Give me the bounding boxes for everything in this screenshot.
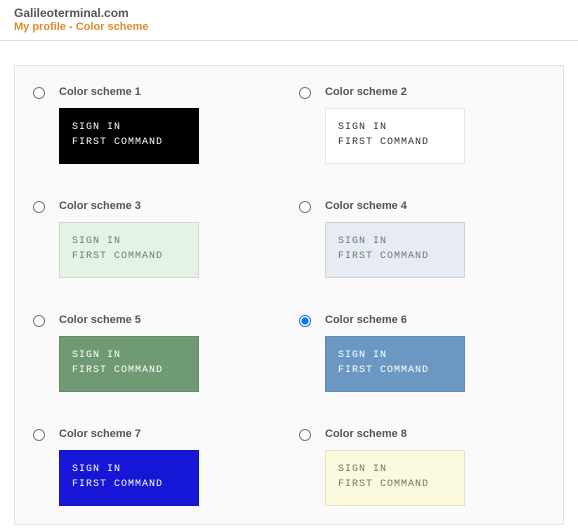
scheme-swatch-3: SIGN IN FIRST COMMAND bbox=[59, 222, 199, 278]
scheme-option-7: Color scheme 7 SIGN IN FIRST COMMAND bbox=[23, 428, 289, 506]
sample-line-1: SIGN IN bbox=[338, 234, 452, 249]
scheme-option-4: Color scheme 4 SIGN IN FIRST COMMAND bbox=[289, 200, 555, 278]
scheme-label: Color scheme 4 bbox=[325, 200, 555, 212]
scheme-swatch-7: SIGN IN FIRST COMMAND bbox=[59, 450, 199, 506]
scheme-label: Color scheme 7 bbox=[59, 428, 289, 440]
scheme-label: Color scheme 2 bbox=[325, 86, 555, 98]
sample-line-1: SIGN IN bbox=[72, 462, 186, 477]
sample-line-1: SIGN IN bbox=[72, 120, 186, 135]
color-scheme-panel: Color scheme 1 SIGN IN FIRST COMMAND Col… bbox=[14, 65, 564, 525]
scheme-option-8: Color scheme 8 SIGN IN FIRST COMMAND bbox=[289, 428, 555, 506]
scheme-radio-1[interactable] bbox=[33, 87, 45, 99]
scheme-radio-6[interactable] bbox=[299, 315, 311, 327]
sample-line-2: FIRST COMMAND bbox=[338, 135, 452, 150]
scheme-swatch-2: SIGN IN FIRST COMMAND bbox=[325, 108, 465, 164]
site-title: Galileoterminal.com bbox=[14, 6, 564, 20]
scheme-swatch-4: SIGN IN FIRST COMMAND bbox=[325, 222, 465, 278]
scheme-swatch-8: SIGN IN FIRST COMMAND bbox=[325, 450, 465, 506]
scheme-radio-5[interactable] bbox=[33, 315, 45, 327]
sample-line-1: SIGN IN bbox=[338, 348, 452, 363]
scheme-radio-2[interactable] bbox=[299, 87, 311, 99]
scheme-label: Color scheme 1 bbox=[59, 86, 289, 98]
scheme-radio-3[interactable] bbox=[33, 201, 45, 213]
sample-line-1: SIGN IN bbox=[72, 348, 186, 363]
header-divider bbox=[0, 40, 578, 41]
scheme-radio-8[interactable] bbox=[299, 429, 311, 441]
sample-line-2: FIRST COMMAND bbox=[72, 363, 186, 378]
scheme-option-1: Color scheme 1 SIGN IN FIRST COMMAND bbox=[23, 86, 289, 164]
sample-line-2: FIRST COMMAND bbox=[338, 249, 452, 264]
sample-line-2: FIRST COMMAND bbox=[338, 363, 452, 378]
sample-line-2: FIRST COMMAND bbox=[72, 135, 186, 150]
scheme-radio-7[interactable] bbox=[33, 429, 45, 441]
sample-line-2: FIRST COMMAND bbox=[72, 477, 186, 492]
sample-line-1: SIGN IN bbox=[72, 234, 186, 249]
scheme-option-3: Color scheme 3 SIGN IN FIRST COMMAND bbox=[23, 200, 289, 278]
scheme-label: Color scheme 3 bbox=[59, 200, 289, 212]
scheme-option-2: Color scheme 2 SIGN IN FIRST COMMAND bbox=[289, 86, 555, 164]
scheme-swatch-1: SIGN IN FIRST COMMAND bbox=[59, 108, 199, 164]
scheme-swatch-6: SIGN IN FIRST COMMAND bbox=[325, 336, 465, 392]
scheme-grid: Color scheme 1 SIGN IN FIRST COMMAND Col… bbox=[23, 86, 555, 506]
scheme-label: Color scheme 5 bbox=[59, 314, 289, 326]
scheme-label: Color scheme 8 bbox=[325, 428, 555, 440]
scheme-label: Color scheme 6 bbox=[325, 314, 555, 326]
sample-line-2: FIRST COMMAND bbox=[338, 477, 452, 492]
scheme-option-6: Color scheme 6 SIGN IN FIRST COMMAND bbox=[289, 314, 555, 392]
sample-line-2: FIRST COMMAND bbox=[72, 249, 186, 264]
page-header: Galileoterminal.com My profile - Color s… bbox=[0, 0, 578, 37]
scheme-radio-4[interactable] bbox=[299, 201, 311, 213]
scheme-option-5: Color scheme 5 SIGN IN FIRST COMMAND bbox=[23, 314, 289, 392]
page-subtitle: My profile - Color scheme bbox=[14, 21, 564, 33]
sample-line-1: SIGN IN bbox=[338, 462, 452, 477]
scheme-swatch-5: SIGN IN FIRST COMMAND bbox=[59, 336, 199, 392]
sample-line-1: SIGN IN bbox=[338, 120, 452, 135]
